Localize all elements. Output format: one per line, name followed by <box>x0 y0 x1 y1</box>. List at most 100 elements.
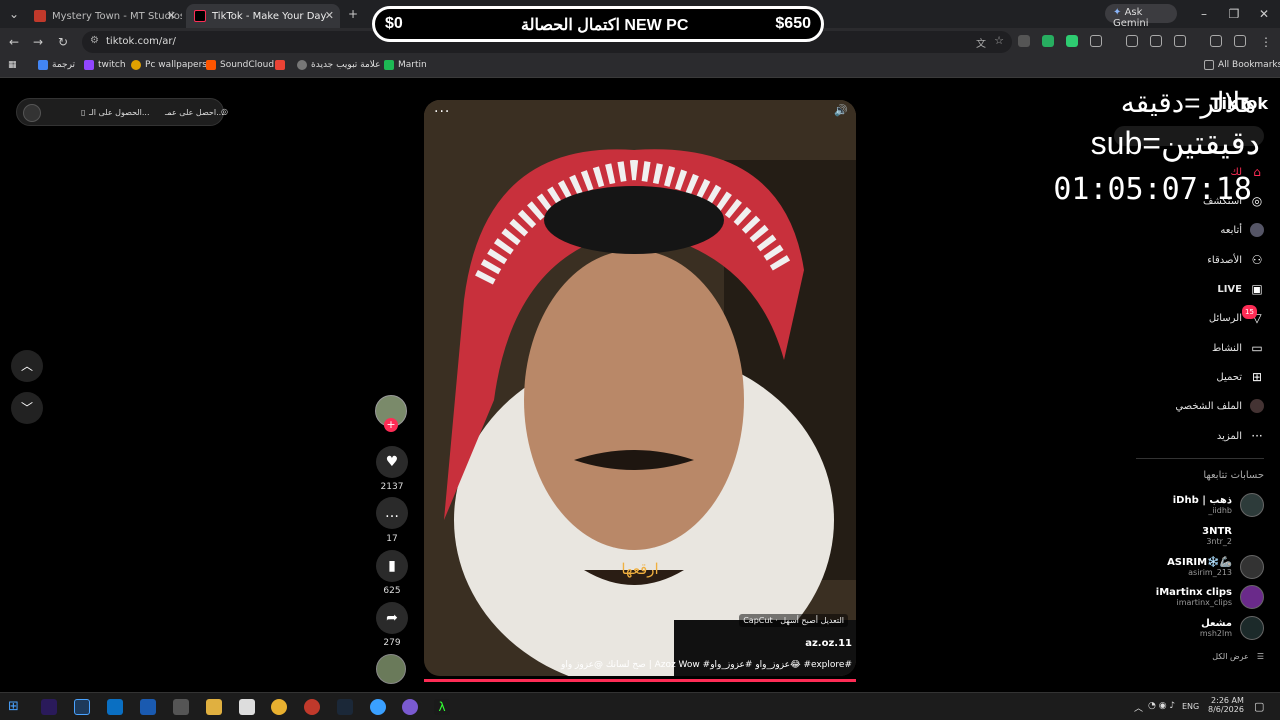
avatar <box>1240 493 1264 517</box>
music-disc-avatar[interactable] <box>376 654 406 684</box>
video-author[interactable]: az.oz.11 <box>805 638 852 649</box>
extensions-puzzle-icon[interactable] <box>1090 35 1102 47</box>
following-account[interactable]: iDhb | ذهب _iidhb <box>1173 493 1264 517</box>
chevron-up-icon: ︿ <box>20 359 33 373</box>
app-icon[interactable] <box>402 699 418 715</box>
reload-icon[interactable]: ↻ <box>55 34 71 50</box>
nav-messages[interactable]: الرسائل ▽ 15 <box>1209 305 1264 325</box>
tab-search-icon[interactable]: ⌄ <box>6 6 22 22</box>
ask-gemini-button[interactable]: ✦ Ask Gemini <box>1105 4 1177 29</box>
tray-icons[interactable]: ◔ ◉ ♪ <box>1148 701 1175 711</box>
stream-rule-sub: sub=دقيقتين <box>1090 125 1260 161</box>
bookmark-label: Martin <box>398 60 427 70</box>
calculator-icon[interactable] <box>107 699 123 715</box>
bookmark-newtab[interactable]: علامة تبويب جديدة <box>297 60 381 70</box>
bookmark-translate[interactable]: ترجمة <box>38 60 75 70</box>
language-indicator[interactable]: ENG <box>1182 702 1199 711</box>
app-icon[interactable] <box>239 699 255 715</box>
get-coins-label[interactable]: احصل على عمـ... <box>165 108 224 117</box>
extension-icon[interactable] <box>1066 35 1078 47</box>
clock-time: 2:26 AM <box>1211 696 1244 705</box>
close-window-icon[interactable]: ✕ <box>1256 6 1272 22</box>
tray-chevron-icon[interactable]: ︿ <box>1134 701 1143 714</box>
bookmark-twitch[interactable]: twitch <box>84 60 126 70</box>
tab-mystery-town[interactable]: Mystery Town - MT Studios | M ✕ <box>26 4 182 28</box>
comment-button[interactable]: … <box>376 497 408 529</box>
following-account[interactable]: ASIRIM❄️🦾 asirim_213 <box>1167 555 1264 579</box>
close-tab-icon[interactable]: ✕ <box>167 9 176 22</box>
previous-video-button[interactable]: ︿ <box>11 350 43 382</box>
nav-live[interactable]: LIVE ▣ <box>1217 282 1264 296</box>
follow-plus-icon[interactable]: + <box>384 418 398 432</box>
minimize-icon[interactable]: – <box>1196 6 1212 22</box>
get-app-pill[interactable]: ▯ الحصول على الـ... احصل على عمـ... ◎ <box>16 98 228 126</box>
app-icon[interactable] <box>173 699 189 715</box>
steam-icon[interactable] <box>337 699 353 715</box>
capcut-label[interactable]: CapCut · التعديل أصبح أسهل <box>739 614 848 627</box>
all-bookmarks[interactable]: All Bookmarks <box>1204 60 1280 70</box>
kebab-menu-icon[interactable]: ⋮ <box>1258 34 1274 50</box>
nav-activity[interactable]: النشاط ▭ <box>1212 341 1264 355</box>
extension-icon[interactable] <box>1018 35 1030 47</box>
chrome-active-icon[interactable] <box>370 699 386 715</box>
bookmark-star-icon[interactable]: ☆ <box>994 34 1004 47</box>
following-account[interactable]: مشعل msh2lm <box>1200 616 1264 640</box>
vegas-icon[interactable] <box>74 699 90 715</box>
restore-icon[interactable]: ❐ <box>1226 6 1242 22</box>
start-icon[interactable]: ⊞ <box>8 699 24 715</box>
back-icon[interactable]: ← <box>6 34 22 50</box>
bookmark-wallpapers[interactable]: Pc wallpapers <box>131 60 207 70</box>
video-player[interactable]: ··· 🔊 ارقعها CapCut · التعديل أصبح أسهل … <box>424 100 856 676</box>
clock-date: 8/6/2026 <box>1208 705 1244 714</box>
close-tab-icon[interactable]: ✕ <box>325 9 334 22</box>
adblock-shield-icon[interactable] <box>1042 35 1054 47</box>
bookmark-icon: ▮ <box>388 558 396 574</box>
bookmark-gmail[interactable] <box>275 60 285 70</box>
bookmark-soundcloud[interactable]: SoundCloud <box>206 60 274 70</box>
chrome-icon[interactable] <box>271 699 287 715</box>
nav-label: النشاط <box>1211 342 1242 354</box>
obs-icon[interactable] <box>304 699 320 715</box>
video-progress-track[interactable] <box>424 679 856 682</box>
nav-following[interactable]: أتابعه <box>1220 223 1264 237</box>
notification-icon[interactable]: ▢ <box>1254 700 1264 713</box>
sidepanel-icon[interactable] <box>1174 35 1186 47</box>
upload-icon: ⊞ <box>1251 370 1263 384</box>
video-frame <box>424 100 856 676</box>
site-info-icon[interactable]: ⚙ <box>90 35 99 46</box>
tab-tiktok[interactable]: TikTok - Make Your Day ✕ <box>186 4 340 28</box>
like-button[interactable]: ♥ <box>376 446 408 478</box>
downloads-icon[interactable] <box>1126 35 1138 47</box>
store-icon[interactable] <box>140 699 156 715</box>
forward-icon[interactable]: → <box>30 34 46 50</box>
new-tab-icon[interactable]: + <box>345 6 361 22</box>
save-button[interactable]: ▮ <box>376 550 408 582</box>
pin-icon[interactable] <box>1234 35 1246 47</box>
file-explorer-icon[interactable] <box>206 699 222 715</box>
clock[interactable]: 2:26 AM 8/6/2026 <box>1208 696 1244 714</box>
following-account[interactable]: 3NTR 3ntr_2 <box>1202 524 1264 548</box>
share-button[interactable]: ➦ <box>376 602 408 634</box>
nav-profile[interactable]: الملف الشخصي <box>1175 399 1264 413</box>
more-options-icon[interactable]: ··· <box>434 104 450 120</box>
print-icon[interactable] <box>1150 35 1162 47</box>
activity-icon: ▭ <box>1251 341 1263 355</box>
after-effects-icon[interactable] <box>41 699 57 715</box>
stream-timer: 01:05:07:18 <box>1053 172 1252 207</box>
see-all-label: عرض الكل <box>1212 652 1249 661</box>
nav-upload[interactable]: تحميل ⊞ <box>1216 370 1264 384</box>
goal-title: اكتمال الحصالة NEW PC <box>521 17 689 34</box>
following-account[interactable]: iMartinx clips imartinx_clips <box>1156 585 1264 609</box>
app-icon[interactable]: λ <box>434 699 450 715</box>
bookmark-martin[interactable]: Martin <box>384 60 427 70</box>
apps-grid-icon[interactable]: ▦ <box>8 60 17 70</box>
volume-icon[interactable]: 🔊 <box>834 104 848 117</box>
nav-more[interactable]: المزيد ··· <box>1217 429 1264 443</box>
avatar <box>1240 555 1264 579</box>
nav-friends[interactable]: الأصدقاء ⚇ <box>1207 253 1264 267</box>
next-video-button[interactable]: ﹀ <box>11 392 43 424</box>
menu-lines-icon[interactable] <box>1210 35 1222 47</box>
translate-icon[interactable]: 文 <box>976 35 986 50</box>
get-pc-app-label[interactable]: الحصول على الـ... <box>89 108 150 117</box>
see-all-button[interactable]: عرض الكل ☰ <box>1212 652 1264 661</box>
